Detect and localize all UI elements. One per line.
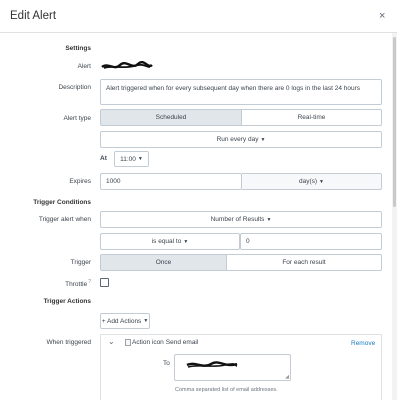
description-textarea[interactable]: Alert triggered when for every subsequen… bbox=[100, 79, 382, 105]
expires-input[interactable]: 1000 bbox=[100, 173, 242, 190]
time-value: 11:00 bbox=[120, 155, 136, 163]
action-icon-alt: Action icon bbox=[132, 339, 164, 346]
schedule-value: Run every day bbox=[216, 136, 259, 143]
caret-down-icon: ▼ bbox=[183, 238, 189, 245]
caret-down-icon: ▼ bbox=[137, 156, 143, 162]
to-hint: Comma separated list of email addresses. bbox=[175, 387, 278, 393]
expires-unit-value: day(s) bbox=[298, 178, 318, 185]
schedule-dropdown[interactable]: Run every day ▼ bbox=[100, 131, 382, 148]
chevron-down-icon[interactable]: ⌄ bbox=[108, 337, 115, 346]
expires-label: Expires bbox=[69, 178, 91, 185]
expires-unit-dropdown[interactable]: day(s) ▼ bbox=[242, 173, 382, 190]
modal-scrollbar[interactable] bbox=[392, 33, 397, 400]
caret-down-icon: ▼ bbox=[319, 178, 324, 185]
help-icon[interactable]: ? bbox=[88, 279, 91, 285]
throttle-checkbox[interactable] bbox=[100, 278, 109, 287]
section-trigger-actions: Trigger Actions bbox=[43, 298, 91, 305]
trigger-when-label: Trigger alert when bbox=[38, 216, 91, 223]
scrollbar-thumb[interactable] bbox=[393, 37, 396, 207]
caret-down-icon: ▼ bbox=[143, 318, 149, 324]
throttle-label: Throttle? bbox=[0, 279, 91, 288]
resize-handle-icon[interactable]: ◢ bbox=[285, 374, 289, 380]
caret-down-icon: ▼ bbox=[260, 136, 266, 143]
comparator-dropdown[interactable]: is equal to ▼ bbox=[100, 233, 240, 250]
modal-body: Settings Alert Description Alert trigger… bbox=[0, 33, 392, 400]
trigger-condition-dropdown[interactable]: Number of Results ▼ bbox=[100, 211, 382, 228]
description-label: Description bbox=[58, 84, 91, 91]
to-email-textarea[interactable]: ◢ bbox=[174, 354, 291, 381]
action-name: Send email bbox=[165, 339, 199, 346]
edit-alert-modal: Edit Alert × Settings Alert Description … bbox=[0, 0, 397, 400]
caret-down-icon: ▼ bbox=[266, 216, 272, 223]
close-icon[interactable]: × bbox=[379, 10, 389, 22]
to-label: To bbox=[163, 360, 170, 367]
section-settings: Settings bbox=[65, 45, 91, 52]
alert-type-label: Alert type bbox=[63, 115, 91, 122]
trigger-once[interactable]: Once bbox=[100, 254, 227, 271]
comparator-value: is equal to bbox=[151, 238, 182, 245]
action-header: Action icon Send email bbox=[125, 339, 198, 346]
throttle-label-text: Throttle bbox=[65, 281, 88, 289]
trigger-for-each-result[interactable]: For each result bbox=[227, 254, 382, 271]
alert-type-scheduled[interactable]: Scheduled bbox=[100, 109, 242, 126]
alert-type-realtime[interactable]: Real-time bbox=[242, 109, 382, 126]
add-actions-label: + Add Actions bbox=[101, 317, 142, 325]
alert-label: Alert bbox=[77, 63, 91, 70]
redacted-email-address bbox=[186, 361, 238, 368]
trigger-label: Trigger bbox=[70, 259, 91, 266]
broken-image-icon bbox=[125, 339, 131, 346]
when-triggered-label: When triggered bbox=[46, 339, 91, 346]
section-trigger-conditions: Trigger Conditions bbox=[33, 199, 91, 206]
modal-header: Edit Alert × bbox=[0, 0, 397, 33]
remove-action-link[interactable]: Remove bbox=[351, 340, 375, 347]
send-email-action-panel: ⌄ Action icon Send email Remove To ◢ Com… bbox=[100, 334, 382, 400]
threshold-input[interactable]: 0 bbox=[240, 233, 382, 250]
time-dropdown[interactable]: 11:00 ▼ bbox=[114, 151, 149, 167]
modal-title: Edit Alert bbox=[10, 10, 57, 22]
at-label: At bbox=[100, 155, 107, 162]
add-actions-button[interactable]: + Add Actions ▼ bbox=[100, 313, 150, 329]
redacted-alert-name bbox=[101, 61, 153, 69]
trigger-condition-value: Number of Results bbox=[210, 216, 265, 223]
